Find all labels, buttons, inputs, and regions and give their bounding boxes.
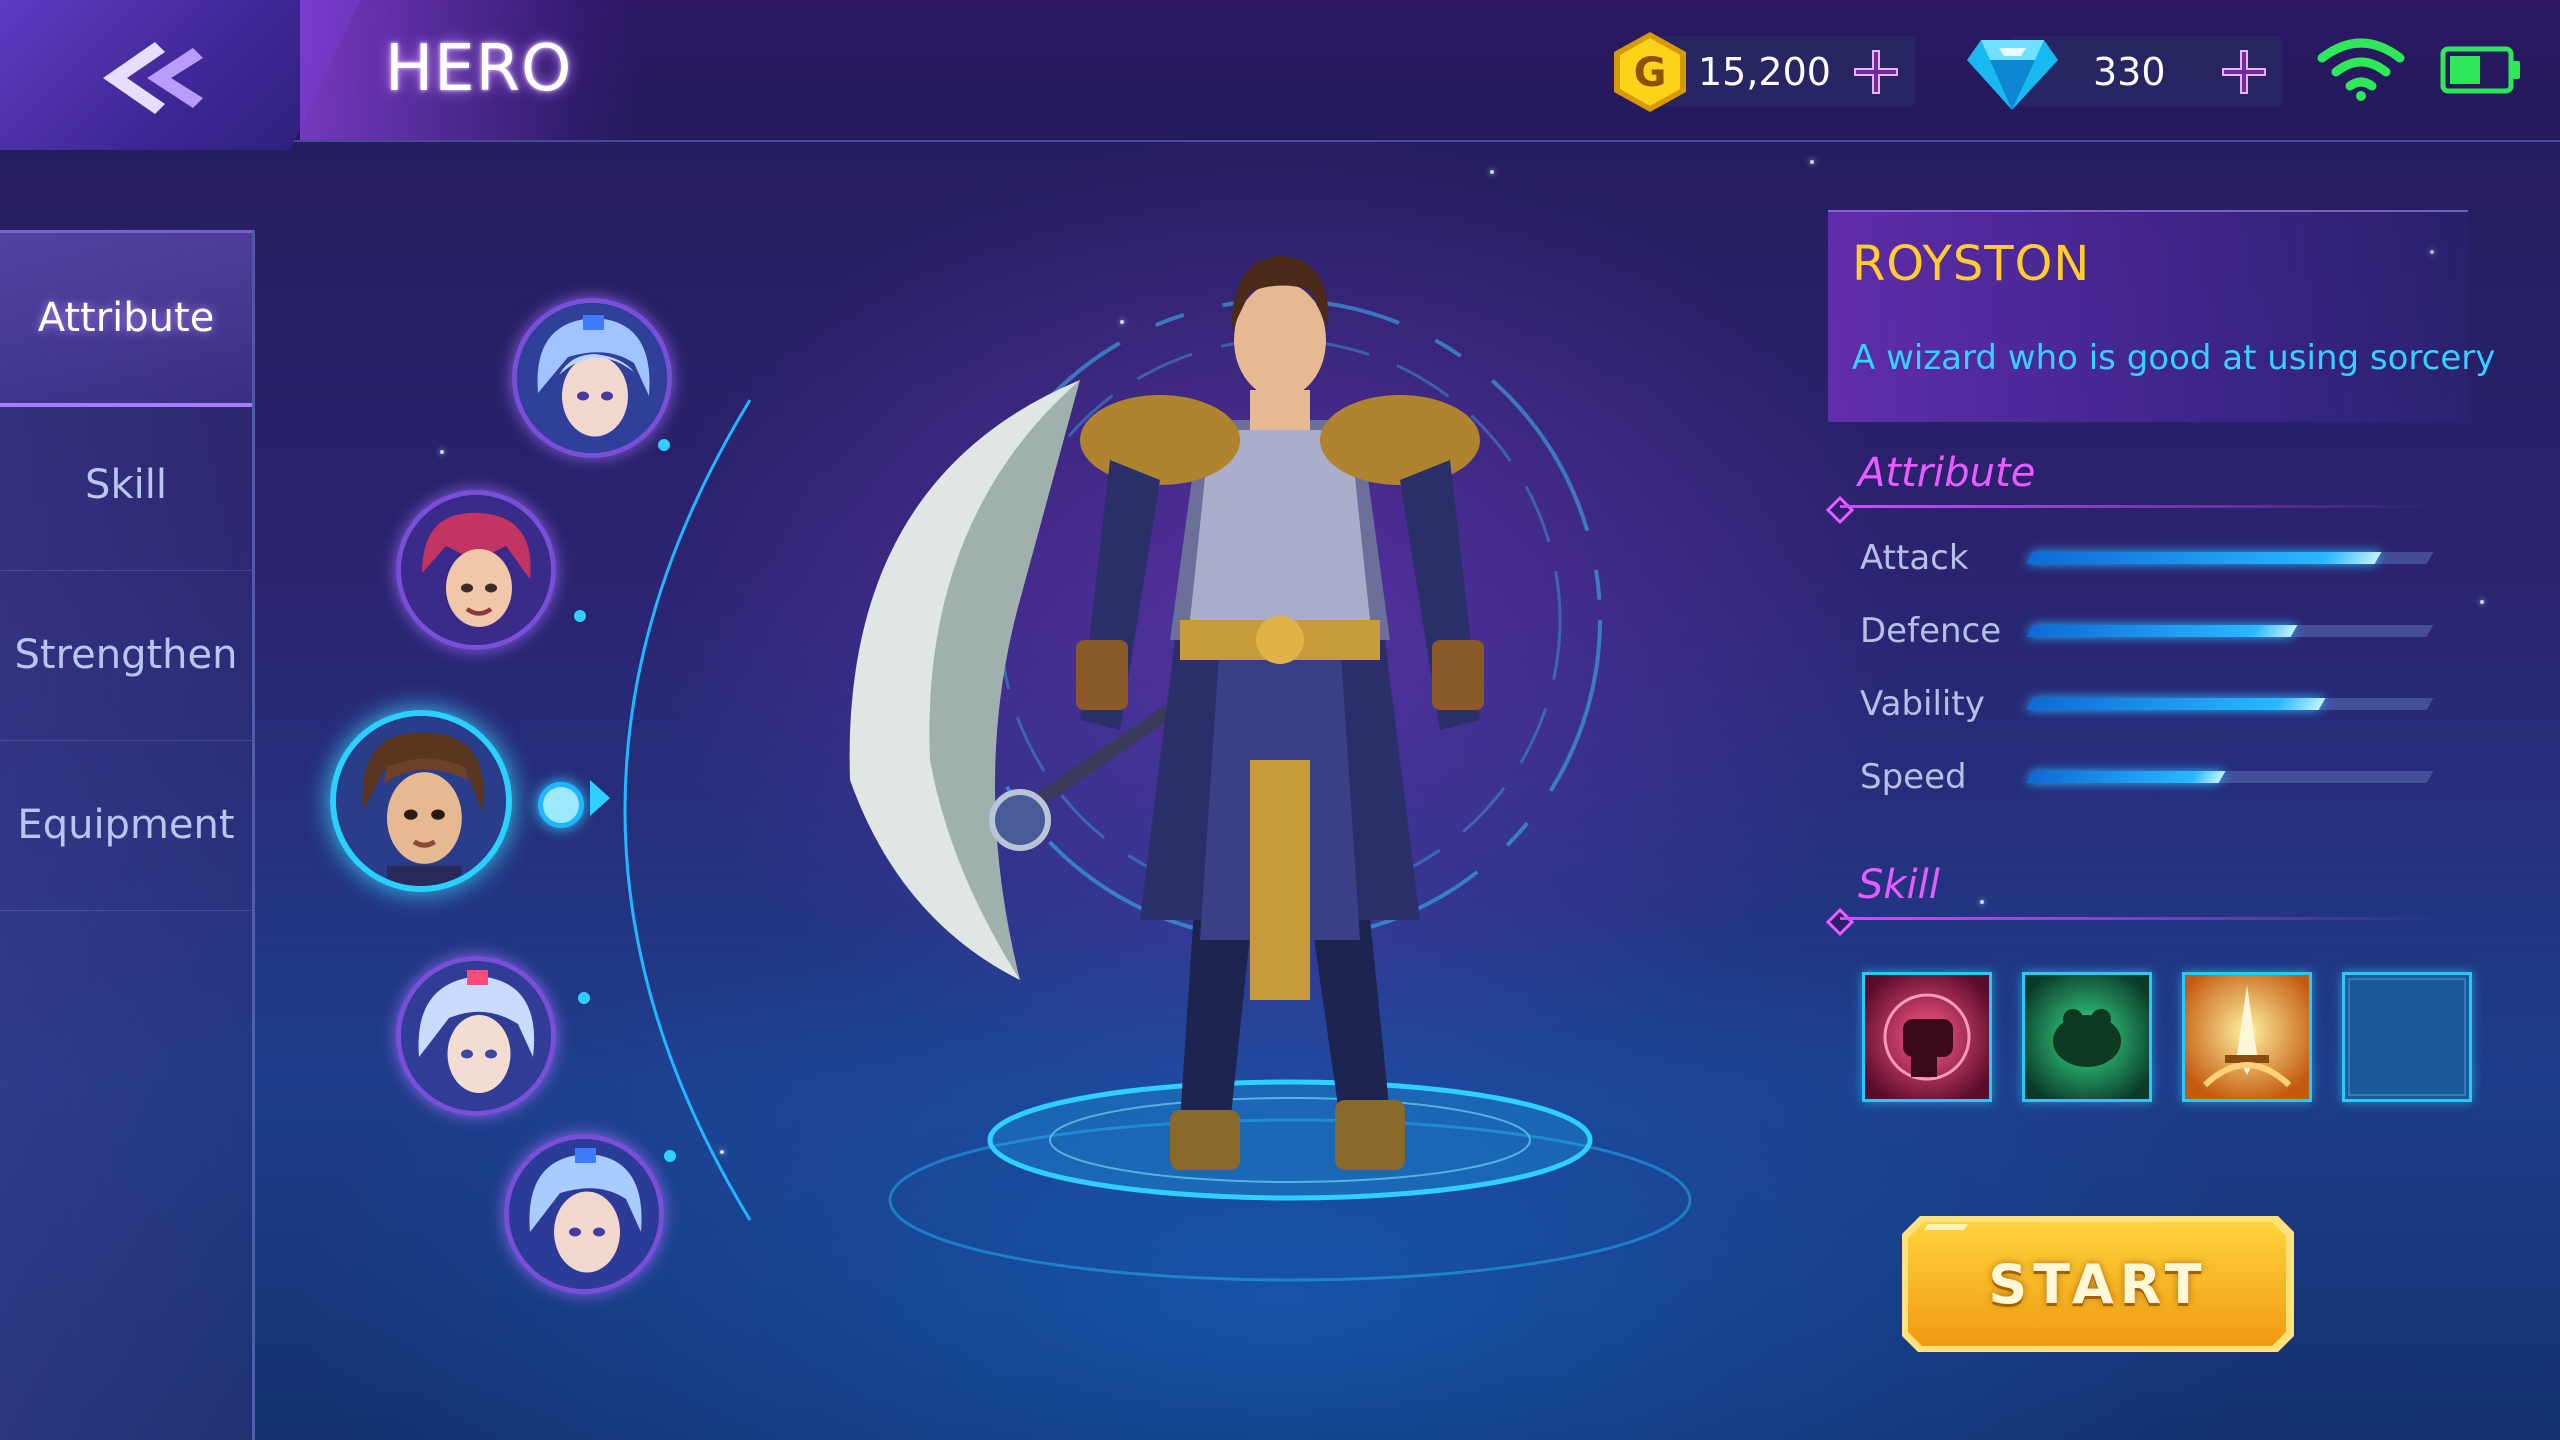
- add-gold-button[interactable]: [1850, 46, 1902, 98]
- diamond-bullet-icon: [1825, 907, 1855, 937]
- hero-portrait-red-hair[interactable]: [396, 490, 556, 650]
- skill-section-title: Skill: [1858, 862, 1940, 908]
- fist-skill-icon: [1865, 975, 1989, 1099]
- gold-amount: 15,200: [1698, 50, 1831, 94]
- start-button[interactable]: START: [1898, 1212, 2298, 1356]
- svg-text:G: G: [1634, 50, 1667, 96]
- tab-strengthen[interactable]: Strengthen: [0, 570, 252, 741]
- hero-portrait-ice-princess[interactable]: [396, 956, 556, 1116]
- hero-description: A wizard who is good at using sorcery: [1852, 338, 2496, 378]
- chevron-right-icon: [590, 780, 610, 816]
- battery-icon: [2440, 46, 2520, 94]
- tab-equipment[interactable]: Equipment: [0, 740, 252, 911]
- back-arrow-icon: [103, 42, 203, 114]
- star-decoration: [2480, 600, 2484, 604]
- hero-portrait-ice-mage[interactable]: [512, 298, 672, 458]
- stat-bar-speed: [2026, 771, 2434, 783]
- sword-skill-icon: [2185, 975, 2309, 1099]
- stat-bar-defence: [2026, 625, 2434, 637]
- page-title: HERO: [385, 32, 573, 106]
- star-decoration: [1980, 900, 1984, 904]
- frog-skill-icon: [2025, 975, 2149, 1099]
- stat-label-attack: Attack: [1860, 538, 1969, 578]
- stat-label-vability: Vability: [1860, 684, 1985, 724]
- skill-slot-sword[interactable]: [2182, 972, 2312, 1102]
- wifi-icon: [2317, 38, 2405, 101]
- stat-bar-attack: [2026, 552, 2434, 564]
- gold-coin-icon: G: [1614, 32, 1686, 112]
- section-divider: [1840, 917, 2440, 920]
- stat-label-speed: Speed: [1860, 757, 1967, 797]
- star-decoration: [1490, 170, 1494, 174]
- tab-attribute[interactable]: Attribute: [0, 230, 252, 407]
- hero-portrait-royston[interactable]: [330, 710, 512, 892]
- diamond-bullet-icon: [1825, 495, 1855, 525]
- attribute-section-title: Attribute: [1858, 450, 2036, 496]
- gem-amount: 330: [2093, 50, 2166, 94]
- section-divider: [1840, 505, 2440, 508]
- empty-skill-slot: [2345, 975, 2469, 1099]
- hero-character-royston: [849, 256, 1602, 1170]
- star-decoration: [440, 450, 444, 454]
- stat-fill-speed: [2026, 771, 2226, 783]
- selected-hero-indicator: [538, 782, 584, 828]
- hero-name: ROYSTON: [1852, 236, 2091, 292]
- add-gem-button[interactable]: [2218, 46, 2270, 98]
- game-screen: HERO G 15,200 330 Attribute Skill Streng…: [0, 0, 2560, 1440]
- diamond-icon: [1967, 40, 2058, 110]
- skill-slot-frog[interactable]: [2022, 972, 2152, 1102]
- tab-skill[interactable]: Skill: [0, 400, 252, 571]
- stat-fill-vability: [2026, 698, 2326, 710]
- skill-slot-fist[interactable]: [1862, 972, 1992, 1102]
- stat-bar-vability: [2026, 698, 2434, 710]
- stat-label-defence: Defence: [1860, 611, 2002, 651]
- stat-fill-defence: [2026, 625, 2298, 637]
- side-menu: Attribute Skill Strengthen Equipment: [0, 230, 255, 1440]
- start-button-label: START: [1988, 1252, 2208, 1316]
- skill-slot-empty[interactable]: [2342, 972, 2472, 1102]
- stat-fill-attack: [2026, 552, 2382, 564]
- star-decoration: [1810, 160, 1814, 164]
- hero-portrait-ice-mage-alt[interactable]: [504, 1134, 664, 1294]
